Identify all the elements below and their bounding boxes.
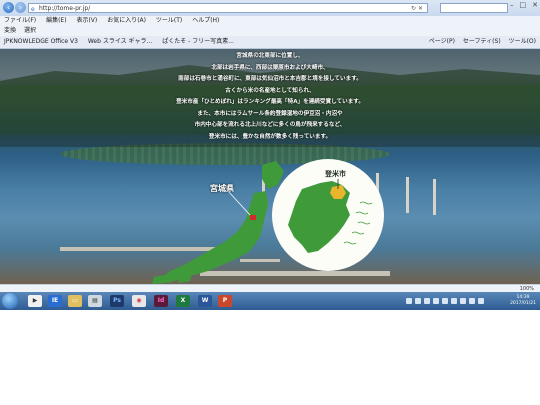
clock[interactable]: 14:39 2017/01/21 (510, 295, 536, 307)
intro-text: 宮城県の北東部に位置し、 北部は岩手県に、西部は栗原市および大崎市、 南部は石巻… (0, 51, 540, 143)
browser-window: ‹ › e http://tome-pr.jp/ ↻ ✕ – □ ✕ ファイル(F)… (0, 0, 540, 310)
intro-line: 登米市には、豊かな自然が数多く残っています。 (208, 133, 332, 140)
tray-icon[interactable] (460, 298, 466, 304)
address-bar-row: ‹ › e http://tome-pr.jp/ ↻ ✕ – □ ✕ (0, 0, 540, 16)
menu-file[interactable]: ファイル(F) (4, 17, 36, 24)
favorites-bar: JPKNOWLEDGE Office V3 Web スライス ギャラ... ぱく… (0, 36, 540, 49)
tray-icon[interactable] (433, 298, 439, 304)
page-icon: e (31, 6, 35, 13)
intro-line: 古くから米の名産地として知られ、 (225, 87, 315, 94)
system-tray: 14:39 2017/01/21 (406, 294, 536, 308)
city-label: 登米市 (325, 169, 346, 178)
intro-line: 登米市産「ひとめぼれ」はランキング最高「特A」を連続受賞しています。 (176, 99, 364, 105)
intro-line: 市内中心部を流れる北上川などに多くの鳥が飛来するなど、 (194, 122, 346, 128)
clock-date: 2017/01/21 (510, 301, 536, 306)
excel-icon[interactable]: X (176, 295, 190, 307)
window-icon[interactable]: ▤ (88, 295, 102, 307)
bookmark-web-slice[interactable]: Web スライス ギャラ... (88, 38, 152, 45)
tray-icon[interactable] (442, 298, 448, 304)
tray-icon[interactable] (415, 298, 421, 304)
intro-line: 宮城県の北東部に位置し、 (236, 53, 304, 59)
taskbar: ▶ IE ▭ ▤ Ps ◉ Id X W P 14:39 2017/01/21 (0, 292, 540, 310)
maximize-icon[interactable]: □ (520, 1, 527, 9)
bookmark-jpknowledge[interactable]: JPKNOWLEDGE Office V3 (4, 38, 78, 45)
intro-line: また、本市にはラムサール条約登録湿地の伊豆沼・内沼や (197, 110, 343, 117)
select-button[interactable]: 選択 (24, 27, 36, 34)
address-field[interactable]: e http://tome-pr.jp/ ↻ ✕ (28, 3, 428, 13)
page-menu[interactable]: ページ(P) (429, 38, 455, 45)
water-post (406, 177, 409, 213)
window-controls: – □ ✕ (504, 1, 538, 9)
tray-icon[interactable] (406, 298, 412, 304)
menu-bar: ファイル(F) 編集(E) 表示(V) お気に入り(A) ツール(T) ヘルプ(… (0, 16, 540, 26)
back-button[interactable]: ‹ (3, 2, 14, 13)
tray-icon[interactable] (469, 298, 475, 304)
forward-button[interactable]: › (15, 2, 26, 13)
menu-favorites[interactable]: お気に入り(A) (107, 17, 146, 24)
search-input[interactable] (440, 3, 508, 13)
japan-map (152, 161, 284, 284)
indesign-icon[interactable]: Id (154, 295, 168, 307)
web-page: 宮城県の北東部に位置し、 北部は岩手県に、西部は栗原市および大崎市、 南部は石巻… (0, 49, 540, 284)
photoshop-icon[interactable]: Ps (110, 295, 124, 307)
minimize-icon[interactable]: – (510, 1, 514, 9)
water-post (433, 179, 436, 215)
powerpoint-icon[interactable]: P (218, 295, 232, 307)
intro-line: 南部は石巻市と涌谷町に、東部は気仙沼市と本吉郡と境を接しています。 (178, 76, 362, 82)
bookmark-pakutaso[interactable]: ぱくたそ - フリー写真素... (162, 38, 234, 45)
command-bar: ページ(P) セーフティ(S) ツール(O) (423, 36, 536, 48)
media-icon[interactable]: ▶ (28, 295, 42, 307)
intro-line: 北部は岩手県に、西部は栗原市および大崎市、 (211, 64, 329, 71)
menu-tools[interactable]: ツール(T) (156, 17, 182, 24)
volume-icon[interactable] (478, 298, 484, 304)
tray-icon[interactable] (424, 298, 430, 304)
chrome-icon[interactable]: ◉ (132, 295, 146, 307)
safety-menu[interactable]: セーフティ(S) (463, 38, 501, 45)
word-icon[interactable]: W (198, 295, 212, 307)
menu-edit[interactable]: 編集(E) (46, 17, 66, 24)
refresh-icon[interactable]: ↻ ✕ (411, 4, 423, 14)
close-icon[interactable]: ✕ (532, 1, 538, 9)
prefecture-label: 宮城県 (210, 183, 234, 193)
convert-toolbar: 変換 選択 (0, 26, 540, 36)
menu-help[interactable]: ヘルプ(H) (192, 17, 219, 24)
menu-view[interactable]: 表示(V) (76, 17, 97, 24)
start-button[interactable] (2, 293, 18, 309)
tools-menu[interactable]: ツール(O) (509, 38, 536, 45)
tray-icon[interactable] (451, 298, 457, 304)
explorer-icon[interactable]: ▭ (68, 295, 82, 307)
address-text: http://tome-pr.jp/ (39, 5, 91, 12)
convert-button[interactable]: 変換 (4, 27, 16, 34)
ie-taskbar-icon[interactable]: IE (48, 295, 62, 307)
